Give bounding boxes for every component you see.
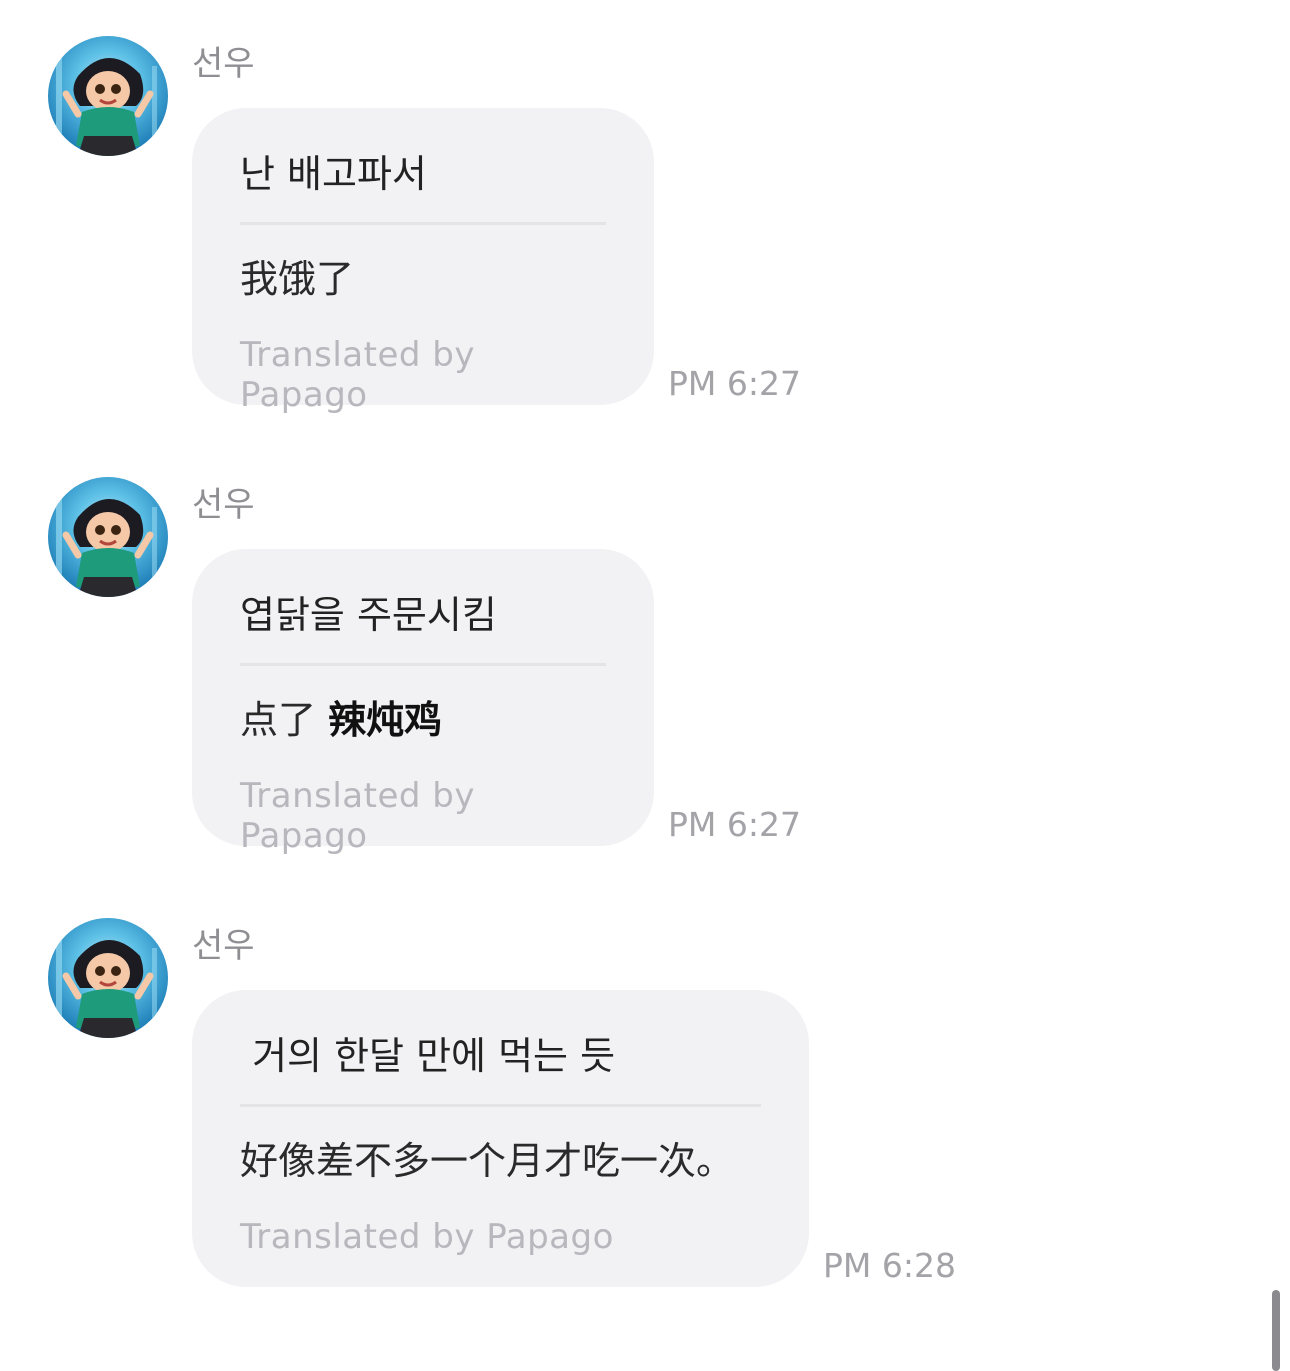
message-bubble[interactable]: 거의 한달 만에 먹는 듯 好像差不多一个月才吃一次。 Translated b… xyxy=(192,990,809,1287)
message-bubble[interactable]: 엽닭을 주문시킴 点了 辣炖鸡 Translated by Papago xyxy=(192,549,654,856)
sender-name: 선우 xyxy=(192,44,255,84)
translation-credit: Translated by Papago xyxy=(240,776,475,856)
chat-thread: 선우 난 배고파서 我饿了 Translated by Papago PM 6:… xyxy=(0,0,1290,1371)
sender-name: 선우 xyxy=(192,485,255,525)
message-timestamp: PM 6:27 xyxy=(668,805,801,844)
profile-avatar-icon[interactable] xyxy=(48,918,168,1038)
message-timestamp: PM 6:27 xyxy=(668,364,801,403)
scrollbar[interactable] xyxy=(1272,1290,1280,1371)
translated-text: 我饿了 xyxy=(240,257,355,301)
sender-name: 선우 xyxy=(192,926,255,966)
message-bubble[interactable]: 난 배고파서 我饿了 Translated by Papago xyxy=(192,108,654,415)
translated-text: 点了 辣炖鸡 xyxy=(240,666,606,744)
profile-avatar-icon[interactable] xyxy=(48,36,168,156)
translated-text-highlight: 辣炖鸡 xyxy=(328,698,443,742)
profile-avatar-icon[interactable] xyxy=(48,477,168,597)
original-text: 거의 한달 만에 먹는 듯 xyxy=(240,1034,616,1078)
original-text: 엽닭을 주문시킴 xyxy=(240,593,497,637)
translated-text: 好像差不多一个月才吃一次。 xyxy=(240,1139,735,1183)
original-text: 난 배고파서 xyxy=(240,152,427,196)
translated-text-prefix: 点了 xyxy=(240,698,329,742)
translation-credit: Translated by Papago xyxy=(240,1217,614,1257)
translation-credit: Translated by Papago xyxy=(240,335,475,415)
message-timestamp: PM 6:28 xyxy=(823,1246,956,1285)
